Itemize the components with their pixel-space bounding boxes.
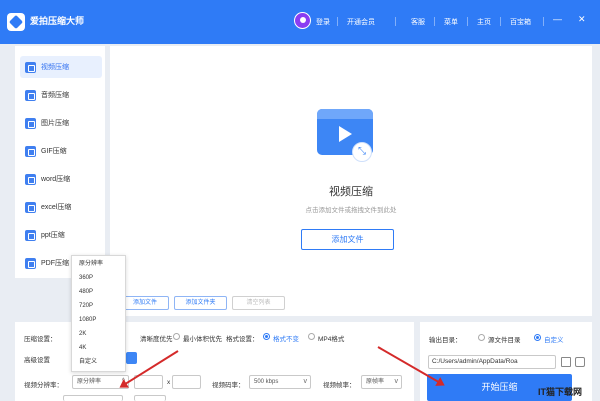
sidebar-item-label: excel压缩: [41, 204, 72, 211]
compress-setting-label: 压缩设置：: [24, 336, 57, 343]
dropdown-option[interactable]: 2K: [72, 328, 125, 341]
advanced-toggle[interactable]: [126, 352, 137, 364]
framerate-select[interactable]: 原帧率 v: [361, 375, 402, 389]
dropdown-option[interactable]: 480P: [72, 286, 125, 299]
framerate-label: 视频帧率：: [323, 382, 356, 389]
bitrate-label: 视频码率：: [212, 382, 245, 389]
dropdown-option[interactable]: 自定义: [72, 356, 125, 369]
word-compress-icon: [25, 173, 36, 185]
source-dir-radio[interactable]: [478, 334, 485, 341]
sidebar-item-label: ppt压缩: [41, 232, 65, 239]
user-avatar[interactable]: [294, 12, 311, 29]
format-mp4-label: MP4格式: [318, 336, 345, 343]
resolution-value: 原分辨率: [77, 379, 102, 385]
add-folder-button[interactable]: 添加文件夹: [174, 296, 227, 310]
sidebar-item-video[interactable]: 视频压缩: [20, 56, 102, 78]
menu-button[interactable]: 菜单: [444, 17, 458, 27]
excel-compress-icon: [25, 201, 36, 213]
vip-link[interactable]: 开通会员: [347, 17, 375, 27]
sidebar-item-image[interactable]: 图片压缩: [20, 112, 102, 134]
clear-list-button[interactable]: 清空列表: [232, 296, 285, 310]
drop-hint: 点击添加文件或拖拽文件到此处: [305, 207, 397, 214]
sidebar-item-label: 视频压缩: [41, 64, 69, 71]
bitrate-select[interactable]: 500 kbps v: [249, 375, 311, 389]
gif-compress-icon: [25, 145, 36, 157]
login-link[interactable]: 登录: [316, 17, 330, 27]
dropdown-option[interactable]: 720P: [72, 300, 125, 313]
service-button[interactable]: 客服: [411, 17, 425, 27]
custom-dir-label: 自定义: [544, 337, 564, 344]
divider: [434, 17, 435, 26]
toolbox-button[interactable]: 百宝箱: [510, 17, 531, 27]
advanced-setting-label: 高级设置: [24, 357, 50, 364]
sidebar-item-ppt[interactable]: ppt压缩: [20, 224, 102, 246]
format-mp4-radio[interactable]: [308, 333, 315, 340]
drop-area[interactable]: ⤡ 视频压缩 点击添加文件或拖拽文件到此处 添加文件 添加文件 添加文件夹 清空…: [110, 46, 592, 316]
sidebar-item-audio[interactable]: 音频压缩: [20, 84, 102, 106]
sidebar-item-label: 音频压缩: [41, 92, 69, 99]
format-setting-label: 格式设置：: [226, 336, 259, 343]
add-file-button[interactable]: 添加文件: [301, 229, 394, 250]
divider: [543, 17, 544, 26]
chevron-down-icon: v: [394, 378, 399, 385]
sidebar-item-label: GIF压缩: [41, 148, 67, 155]
min-size-label: 最小体积优先: [183, 336, 222, 343]
dropdown-option[interactable]: 原分辨率: [72, 258, 125, 271]
title-bar: 爱拍压缩大师 登录 开通会员 客服 菜单 主页 百宝箱 — ✕: [0, 0, 600, 44]
divider: [395, 17, 396, 26]
compress-badge-icon: ⤡: [352, 142, 372, 162]
output-dir-label: 输出目录：: [429, 337, 462, 344]
add-file-small-button[interactable]: 添加文件: [121, 296, 169, 310]
divider: [500, 17, 501, 26]
video-compress-icon: [25, 61, 36, 73]
resolution-label: 视频分辨率：: [24, 382, 63, 389]
divider: [467, 17, 468, 26]
dropdown-option[interactable]: 360P: [72, 272, 125, 285]
watermark-text: IT猫下载网: [538, 387, 582, 397]
extra-setting-field[interactable]: [63, 395, 123, 401]
format-keep-label: 格式不变: [273, 336, 299, 343]
home-button[interactable]: 主页: [477, 17, 491, 27]
format-keep-radio[interactable]: [263, 333, 270, 340]
resolution-separator: x: [167, 379, 171, 386]
bitrate-value: 500 kbps: [254, 379, 279, 385]
image-compress-icon: [25, 117, 36, 129]
width-input[interactable]: [134, 375, 163, 389]
app-logo-icon: [7, 13, 25, 31]
min-size-radio[interactable]: [173, 333, 180, 340]
page-title: 视频压缩: [329, 186, 373, 198]
sidebar-item-word[interactable]: word压缩: [20, 168, 102, 190]
dropdown-option[interactable]: 4K: [72, 342, 125, 355]
sidebar-item-label: PDF压缩: [41, 260, 69, 267]
open-folder-icon[interactable]: [561, 357, 571, 367]
close-icon[interactable]: ✕: [578, 15, 586, 24]
custom-dir-radio[interactable]: [534, 334, 541, 341]
browse-folder-icon[interactable]: [575, 357, 585, 367]
resolution-dropdown: 原分辨率 360P 480P 720P 1080P 2K 4K 自定义: [71, 255, 126, 372]
sidebar-item-label: 图片压缩: [41, 120, 69, 127]
dropdown-option[interactable]: 1080P: [72, 314, 125, 327]
ppt-compress-icon: [25, 229, 36, 241]
height-input[interactable]: [172, 375, 201, 389]
chevron-down-icon: v: [303, 378, 308, 385]
app-title: 爱拍压缩大师: [30, 16, 85, 26]
extra-setting-field[interactable]: [134, 395, 166, 401]
pdf-compress-icon: [25, 257, 36, 269]
sidebar-item-gif[interactable]: GIF压缩: [20, 140, 102, 162]
sidebar-item-excel[interactable]: excel压缩: [20, 196, 102, 218]
sidebar: 视频压缩 音频压缩 图片压缩 GIF压缩 word压缩 excel压缩 ppt压…: [15, 46, 105, 278]
framerate-value: 原帧率: [366, 379, 385, 385]
clarity-first-label: 清晰度优先: [140, 336, 173, 343]
sidebar-item-label: word压缩: [41, 176, 71, 183]
divider: [337, 17, 338, 26]
output-path-field[interactable]: C:/Users/admin/AppData/Roa: [428, 355, 556, 369]
minimize-icon[interactable]: —: [553, 15, 562, 24]
audio-compress-icon: [25, 89, 36, 101]
source-dir-label: 源文件目录: [488, 337, 521, 344]
